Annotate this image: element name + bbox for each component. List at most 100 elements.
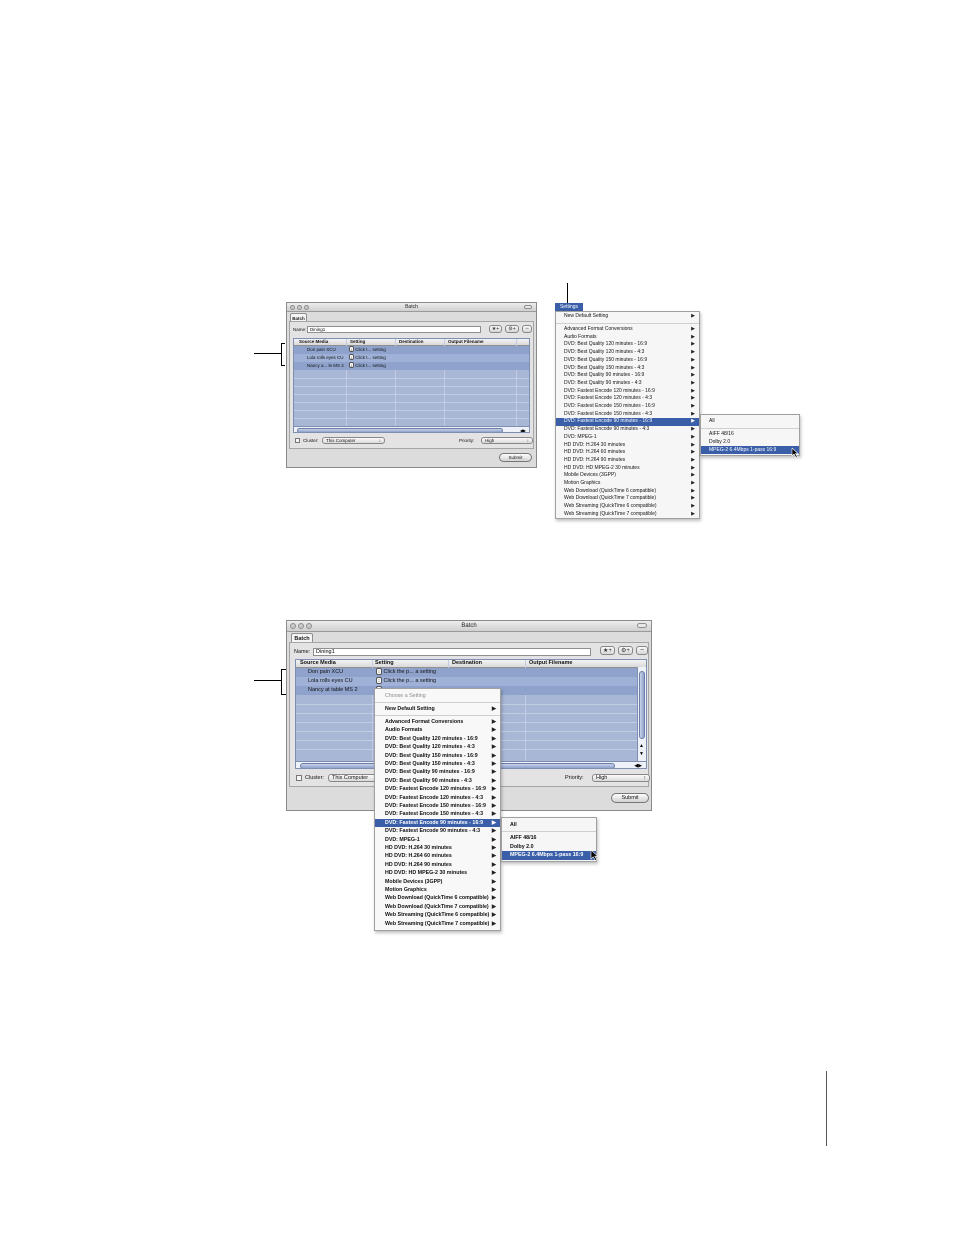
cluster-popup[interactable]: This Computer ↕ <box>322 437 385 444</box>
menu-item[interactable]: DVD: Fastest Encode 150 minutes - 4:3 ▶ <box>375 810 500 818</box>
zoom-button[interactable] <box>304 305 309 310</box>
horizontal-scrollbar[interactable]: ◀▶ <box>294 426 529 432</box>
column-header-output[interactable]: Output Filename <box>448 339 484 345</box>
zoom-button[interactable] <box>306 623 312 629</box>
setting-popup-icon[interactable]: ↕ <box>376 677 382 684</box>
menu-item[interactable]: DVD: Fastest Encode 150 minutes - 16:9 ▶ <box>556 403 699 410</box>
menu-item[interactable]: Web Streaming (QuickTime 7 compatible) ▶ <box>556 511 699 518</box>
menu-item[interactable]: HD DVD: H.264 60 minutes ▶ <box>556 449 699 456</box>
column-header-output[interactable]: Output Filename <box>529 660 572 667</box>
close-button[interactable] <box>290 623 296 629</box>
add-setting-button[interactable]: ⚙+ <box>618 646 633 655</box>
menu-item[interactable]: DVD: MPEG-1 ▶ <box>375 836 500 844</box>
menu-item-highlighted[interactable]: DVD: Fastest Encode 90 minutes - 16:9 ▶ <box>556 418 699 426</box>
menu-item-highlighted[interactable]: DVD: Fastest Encode 90 minutes - 16:9 ▶ <box>375 818 500 828</box>
menu-item[interactable]: DVD: Best Quality 120 minutes - 16:9 ▶ <box>556 341 699 348</box>
minimize-button[interactable] <box>297 305 302 310</box>
setting-popup-icon[interactable]: ↕ <box>349 346 354 352</box>
menu-item[interactable]: DVD: Fastest Encode 120 minutes - 16:9 ▶ <box>556 388 699 395</box>
settings-menu-title[interactable]: Settings <box>555 303 583 311</box>
menu-item[interactable]: DVD: Best Quality 120 minutes - 4:3 ▶ <box>556 349 699 356</box>
menu-item[interactable]: DVD: Best Quality 150 minutes - 4:3 ▶ <box>375 760 500 768</box>
cluster-checkbox[interactable] <box>296 775 302 781</box>
menu-item[interactable]: DVD: Best Quality 150 minutes - 16:9 ▶ <box>375 752 500 760</box>
scroll-down-icon[interactable]: ▼ <box>639 751 644 757</box>
menu-item[interactable]: Web Streaming (QuickTime 6 compatible) ▶ <box>375 911 500 919</box>
menu-item[interactable]: Audio Formats ▶ <box>375 726 500 734</box>
add-media-button[interactable]: ★+ <box>600 646 615 655</box>
toolbar-toggle-button[interactable] <box>637 623 647 628</box>
column-header-source[interactable]: Source Media <box>300 660 336 667</box>
menu-item[interactable]: Web Streaming (QuickTime 6 compatible) ▶ <box>556 503 699 510</box>
submenu-item-highlighted[interactable]: MPEG-2 6.4Mbps 1-pass 16:9 <box>701 446 799 454</box>
menu-item[interactable]: DVD: Best Quality 120 minutes - 4:3 ▶ <box>375 743 500 751</box>
setting-cell[interactable]: ↕ Click t... setting <box>349 346 386 354</box>
submenu-item[interactable]: All <box>701 418 799 425</box>
toolbar-toggle-button[interactable] <box>524 305 532 309</box>
submenu-item[interactable]: Dolby 2.0 <box>502 843 596 851</box>
menu-item[interactable]: DVD: Best Quality 90 minutes - 16:9 ▶ <box>375 768 500 776</box>
column-header-destination[interactable]: Destination <box>452 660 482 667</box>
setting-cell[interactable]: ↕ Click the p... a setting <box>376 677 436 686</box>
menu-item[interactable]: Audio Formats ▶ <box>556 334 699 341</box>
name-field[interactable]: Dining1 <box>307 326 481 333</box>
column-header-source[interactable]: Source Media <box>299 339 328 345</box>
menu-item[interactable]: DVD: Best Quality 90 minutes - 16:9 ▶ <box>556 372 699 379</box>
vertical-scrollbar[interactable]: ▲ ▼ <box>637 667 646 761</box>
setting-cell[interactable]: ↕ Click t... setting <box>349 354 386 362</box>
close-button[interactable] <box>290 305 295 310</box>
menu-item[interactable]: DVD: MPEG-1 ▶ <box>556 434 699 441</box>
priority-popup[interactable]: High ↕ <box>481 437 533 444</box>
menu-item[interactable]: DVD: Fastest Encode 150 minutes - 16:9 ▶ <box>375 802 500 810</box>
column-header-destination[interactable]: Destination <box>399 339 424 345</box>
table-row[interactable]: Lola rolls eyes CU ↕ Click t... setting <box>294 354 529 362</box>
menu-item[interactable]: DVD: Fastest Encode 150 minutes - 4:3 ▶ <box>556 411 699 418</box>
menu-item[interactable]: DVD: Fastest Encode 90 minutes - 4:3 ▶ <box>375 827 500 835</box>
column-header-setting[interactable]: Setting <box>375 660 394 667</box>
menu-item[interactable]: Web Download (QuickTime 7 compatible) ▶ <box>556 495 699 502</box>
menu-item[interactable]: DVD: Best Quality 150 minutes - 4:3 ▶ <box>556 365 699 372</box>
menu-item[interactable]: DVD: Best Quality 150 minutes - 16:9 ▶ <box>556 357 699 364</box>
menu-item[interactable]: HD DVD: H.264 60 minutes ▶ <box>375 852 500 860</box>
menu-item[interactable]: Mobile Devices (3GPP) ▶ <box>375 878 500 886</box>
menu-item[interactable]: Web Streaming (QuickTime 7 compatible) ▶ <box>375 920 500 928</box>
table-row[interactable]: Lola rolls eyes CU ↕ Click the p... a se… <box>296 677 646 686</box>
menu-item[interactable]: Advanced Format Conversions ▶ <box>375 718 500 726</box>
menu-item[interactable]: New Default Setting ▶ <box>556 313 699 320</box>
name-field[interactable]: Dining1 <box>313 648 591 656</box>
menu-item[interactable]: HD DVD: H.264 30 minutes ▶ <box>556 442 699 449</box>
menu-item[interactable]: HD DVD: H.264 90 minutes ▶ <box>375 861 500 869</box>
menu-item[interactable]: DVD: Fastest Encode 120 minutes - 16:9 ▶ <box>375 785 500 793</box>
menu-item[interactable]: HD DVD: H.264 90 minutes ▶ <box>556 457 699 464</box>
menu-item[interactable]: Motion Graphics ▶ <box>556 480 699 487</box>
menu-item[interactable]: Motion Graphics ▶ <box>375 886 500 894</box>
menu-item[interactable]: DVD: Best Quality 120 minutes - 16:9 ▶ <box>375 735 500 743</box>
setting-popup-icon[interactable]: ↕ <box>376 668 382 675</box>
priority-popup[interactable]: High ↕ <box>592 774 650 782</box>
scroll-arrows-icon[interactable]: ◀▶ <box>520 427 526 432</box>
submenu-item[interactable]: AIFF 48/16 <box>502 834 596 842</box>
setting-popup-icon[interactable]: ↕ <box>349 362 354 368</box>
submit-button[interactable]: Submit <box>611 793 649 803</box>
cluster-popup[interactable]: This Computer <box>328 774 378 782</box>
submit-button[interactable]: Submit <box>499 453 532 462</box>
table-row[interactable]: Nancy a... le MS 2 ↕ Click t... setting <box>294 362 529 370</box>
menu-item[interactable]: Web Download (QuickTime 6 compatible) ▶ <box>375 894 500 902</box>
menu-item[interactable]: Web Download (QuickTime 7 compatible) ▶ <box>375 903 500 911</box>
cluster-checkbox[interactable] <box>295 438 300 443</box>
menu-item[interactable]: DVD: Fastest Encode 120 minutes - 4:3 ▶ <box>375 794 500 802</box>
scroll-thumb[interactable] <box>297 428 503 432</box>
scroll-arrows-icon[interactable]: ◀▶ <box>634 762 642 768</box>
scroll-up-icon[interactable]: ▲ <box>639 743 644 749</box>
setting-cell[interactable]: ↕ Click t... setting <box>349 362 386 370</box>
menu-item[interactable]: Advanced Format Conversions ▶ <box>556 326 699 333</box>
menu-item[interactable]: New Default Setting ▶ <box>375 705 500 713</box>
menu-item[interactable]: Web Download (QuickTime 6 compatible) ▶ <box>556 488 699 495</box>
menu-item[interactable]: DVD: Best Quality 90 minutes - 4:3 ▶ <box>375 777 500 785</box>
submenu-item[interactable]: All <box>502 821 596 829</box>
minimize-button[interactable] <box>298 623 304 629</box>
menu-item[interactable]: HD DVD: H.264 30 minutes ▶ <box>375 844 500 852</box>
remove-button[interactable]: − <box>522 325 532 333</box>
add-setting-button[interactable]: ⚙+ <box>505 325 519 333</box>
menu-item[interactable]: Mobile Devices (3GPP) ▶ <box>556 472 699 479</box>
